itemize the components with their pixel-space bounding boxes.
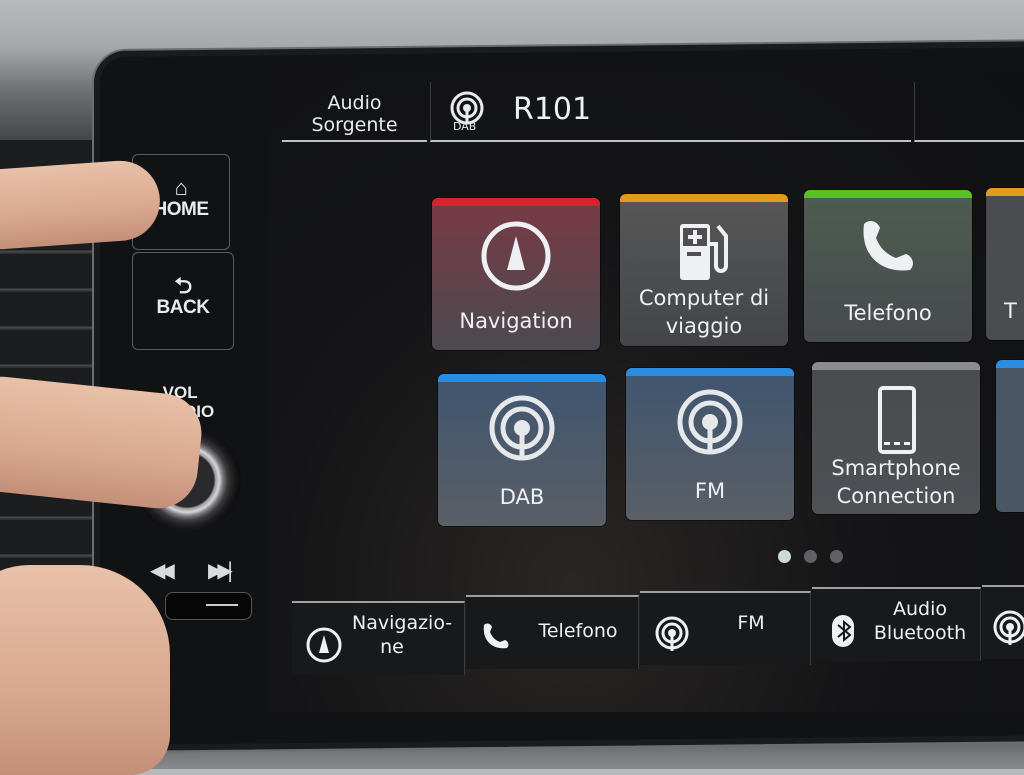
top-bar-extra [914,82,1024,142]
shortcut-label: Telefono [538,620,618,642]
shortcut-partial[interactable] [982,585,1024,659]
shortcut-phone[interactable]: Telefono [466,595,639,669]
touchscreen: Audio Sorgente DAB R101 Navigation Compu… [268,72,1024,712]
page-dot-3[interactable] [830,550,843,563]
skip-back-button[interactable]: ◀◀ [150,558,175,582]
tile-partial[interactable]: T [986,188,1024,340]
tile-dab[interactable]: DAB [438,374,606,526]
tile-partial-2[interactable] [996,360,1024,512]
finger-thumb [0,565,170,775]
radio-broadcast-icon [489,395,555,461]
station-name: R101 [513,92,592,127]
tile-accent [438,374,606,382]
page-dot-1[interactable] [778,550,791,563]
shortcut-label: FM [737,612,765,634]
skip-back-icon: ◀◀ [150,558,175,582]
tile-smartphone[interactable]: Smartphone Connection [812,362,980,514]
tile-accent [620,194,788,202]
tile-navigation[interactable]: Navigation [432,198,600,350]
tile-accent [804,190,972,198]
tile-accent [432,198,600,206]
radio-broadcast-icon [993,610,1024,645]
shortcut-label: Audio Bluetooth [873,598,967,644]
skip-forward-button[interactable]: ▶▶| [208,558,233,582]
skip-forward-icon: ▶▶| [208,558,233,582]
tile-trip-computer[interactable]: Computer di viaggio [620,194,788,346]
tune-rocker[interactable] [165,592,252,620]
tile-fm[interactable]: FM [626,368,794,520]
phone-icon [863,221,913,271]
tile-label: Smartphone Connection [831,456,961,508]
tile-accent [812,362,980,370]
tile-label: DAB [499,485,545,509]
radio-broadcast-icon [655,616,689,651]
shortcut-fm[interactable]: FM [640,591,811,665]
back-button[interactable]: ⮌ BACK [132,252,234,350]
tile-phone[interactable]: Telefono [804,190,972,342]
top-bar: Audio Sorgente DAB R101 [282,82,1024,142]
shortcut-bar: Navigazio- ne Telefono FM Audio Bluetoot… [292,577,1024,675]
phone-icon [483,623,509,649]
navigation-compass-icon [481,221,551,291]
tile-label: Navigation [459,309,573,333]
radio-broadcast-icon [677,389,743,455]
navigation-compass-icon [306,627,342,663]
source-line1: Audio [327,92,382,114]
audio-source-button[interactable]: Audio Sorgente [282,82,427,142]
page-dot-2[interactable] [804,550,817,563]
tile-accent [986,188,1024,196]
station-type: DAB [453,120,477,133]
shortcut-navigation[interactable]: Navigazio- ne [292,601,465,675]
tile-label: FM [694,479,726,503]
tile-label: Telefono [844,301,932,325]
smartphone-icon [878,386,916,454]
shortcut-label: Navigazio- ne [352,612,453,658]
bluetooth-icon [832,615,854,647]
source-line2: Sorgente [311,114,398,136]
shortcut-bluetooth-audio[interactable]: Audio Bluetooth [812,587,981,661]
fuel-pump-icon [680,224,728,280]
back-arrow-icon: ⮌ [174,273,192,298]
now-playing[interactable]: DAB R101 [430,82,911,142]
tile-accent [626,368,794,376]
tile-label: Computer di viaggio [638,286,770,338]
back-label: BACK [156,297,210,318]
tile-accent [996,360,1024,368]
tile-label: T [1004,299,1017,323]
